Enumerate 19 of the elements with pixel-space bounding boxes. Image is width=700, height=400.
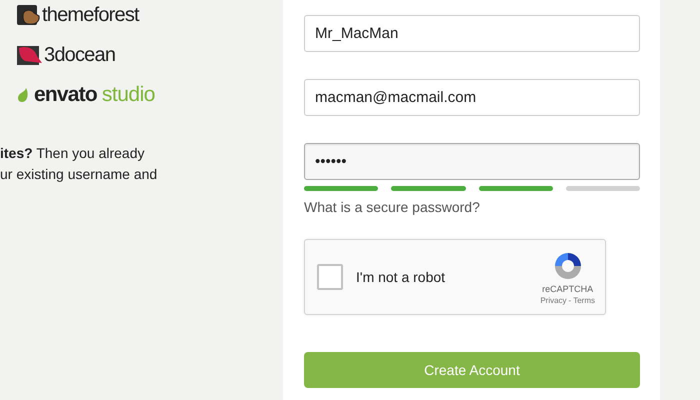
separator-text: - [568, 296, 572, 304]
intro-text: ites? Then you already [0, 144, 146, 163]
input-field[interactable]: macman@macmail.com [304, 79, 640, 116]
leaf-logo-icon [17, 87, 29, 103]
brand-name: themeforest [42, 4, 139, 26]
captcha-label: I'm not a robot [356, 269, 446, 285]
recaptcha-text: reCAPTCHA [542, 284, 594, 294]
leaf-logo-icon [17, 4, 41, 26]
help-link[interactable]: What is a secure password? [304, 199, 480, 215]
input-field[interactable]: •••••• [304, 143, 640, 180]
intro-text: ur existing username and [0, 165, 158, 184]
wave-logo-icon [17, 44, 43, 66]
brand-name: 3docean [44, 44, 116, 66]
brand-name: envato [34, 83, 97, 107]
captcha-checkbox[interactable] [317, 264, 343, 290]
privacy-link[interactable]: Privacy [540, 296, 567, 304]
input-field[interactable]: Mr_MacMan [304, 15, 640, 52]
brand-suffix: studio [102, 83, 155, 107]
terms-link[interactable]: Terms [573, 296, 595, 304]
